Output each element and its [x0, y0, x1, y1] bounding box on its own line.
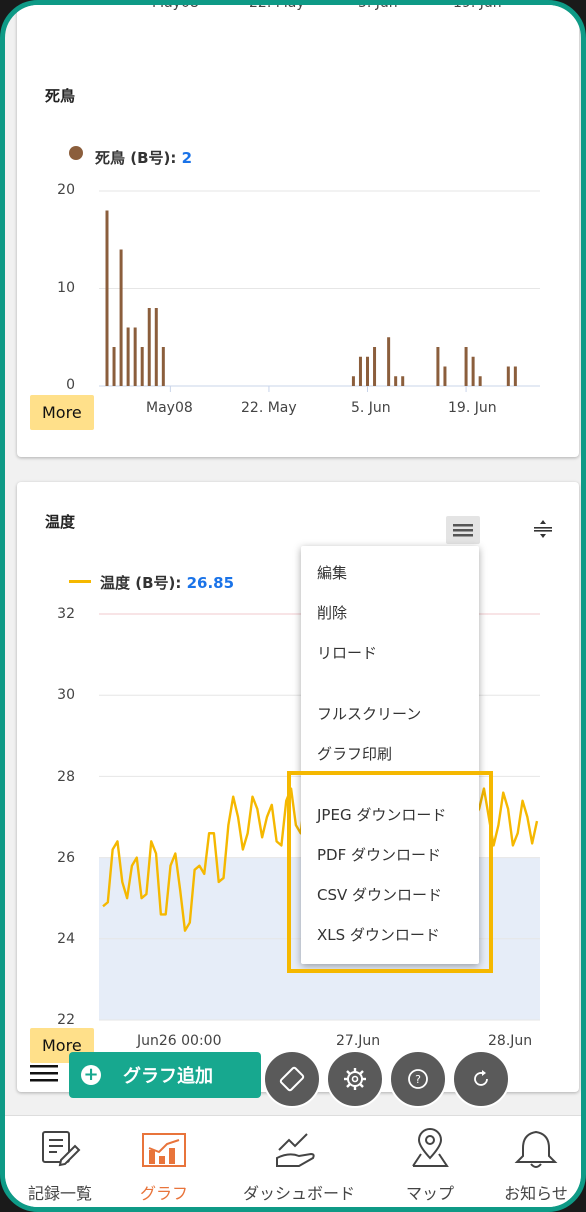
- bell-icon: [514, 1130, 558, 1168]
- download-options-highlight: [287, 771, 493, 973]
- plus-icon: +: [81, 1065, 101, 1085]
- nav-label: マップ: [405, 1184, 454, 1203]
- nav-label: グラフ: [139, 1184, 188, 1203]
- nav-map[interactable]: マップ: [375, 1126, 485, 1204]
- nav-notifications[interactable]: お知らせ: [481, 1126, 581, 1204]
- menu-item-delete[interactable]: 削除: [317, 602, 347, 623]
- refresh-button[interactable]: [452, 1050, 510, 1108]
- refresh-icon: [474, 1070, 488, 1086]
- x-tick: 27.Jun: [336, 1033, 381, 1049]
- nav-label: 記録一覧: [27, 1184, 92, 1203]
- nav-records[interactable]: 記録一覧: [5, 1126, 115, 1204]
- settings-button[interactable]: [326, 1050, 384, 1108]
- add-graph-label: グラフ追加: [123, 1066, 213, 1087]
- nav-graph[interactable]: グラフ: [109, 1126, 219, 1204]
- nav-label: お知らせ: [504, 1184, 568, 1203]
- menu-item-reload[interactable]: リロード: [317, 642, 377, 663]
- help-button[interactable]: ?: [389, 1050, 447, 1108]
- rotate-screen-button[interactable]: [263, 1050, 321, 1108]
- x-tick: Jun26 00:00: [137, 1033, 222, 1049]
- bottom-navigation: 記録一覧 グラフ ダッシュボード マップ お知らせ: [5, 1115, 581, 1207]
- drawer-toggle[interactable]: [30, 1063, 60, 1085]
- nav-label: ダッシュボード: [243, 1184, 356, 1203]
- menu-item-edit[interactable]: 編集: [317, 562, 347, 583]
- notebook-edit-icon: [42, 1131, 81, 1167]
- gear-icon: [344, 1068, 366, 1090]
- x-tick: 28.Jun: [488, 1033, 533, 1049]
- menu-item-print[interactable]: グラフ印刷: [317, 743, 392, 764]
- map-pin-icon: [412, 1128, 449, 1167]
- bar-chart-icon: [142, 1133, 186, 1167]
- menu-icon: [30, 1065, 58, 1082]
- rotate-screen-icon: [279, 1066, 305, 1092]
- nav-dashboard[interactable]: ダッシュボード: [243, 1126, 356, 1204]
- add-graph-button[interactable]: + グラフ追加: [69, 1052, 261, 1098]
- svg-text:?: ?: [415, 1073, 421, 1086]
- app-frame: May08 22. May 5. Jun 19. Jun 死鳥 死鳥 (B号):…: [0, 0, 586, 1212]
- help-icon: ?: [408, 1069, 428, 1089]
- menu-item-fullscreen[interactable]: フルスクリーン: [317, 703, 421, 724]
- hand-chart-icon: [276, 1133, 315, 1167]
